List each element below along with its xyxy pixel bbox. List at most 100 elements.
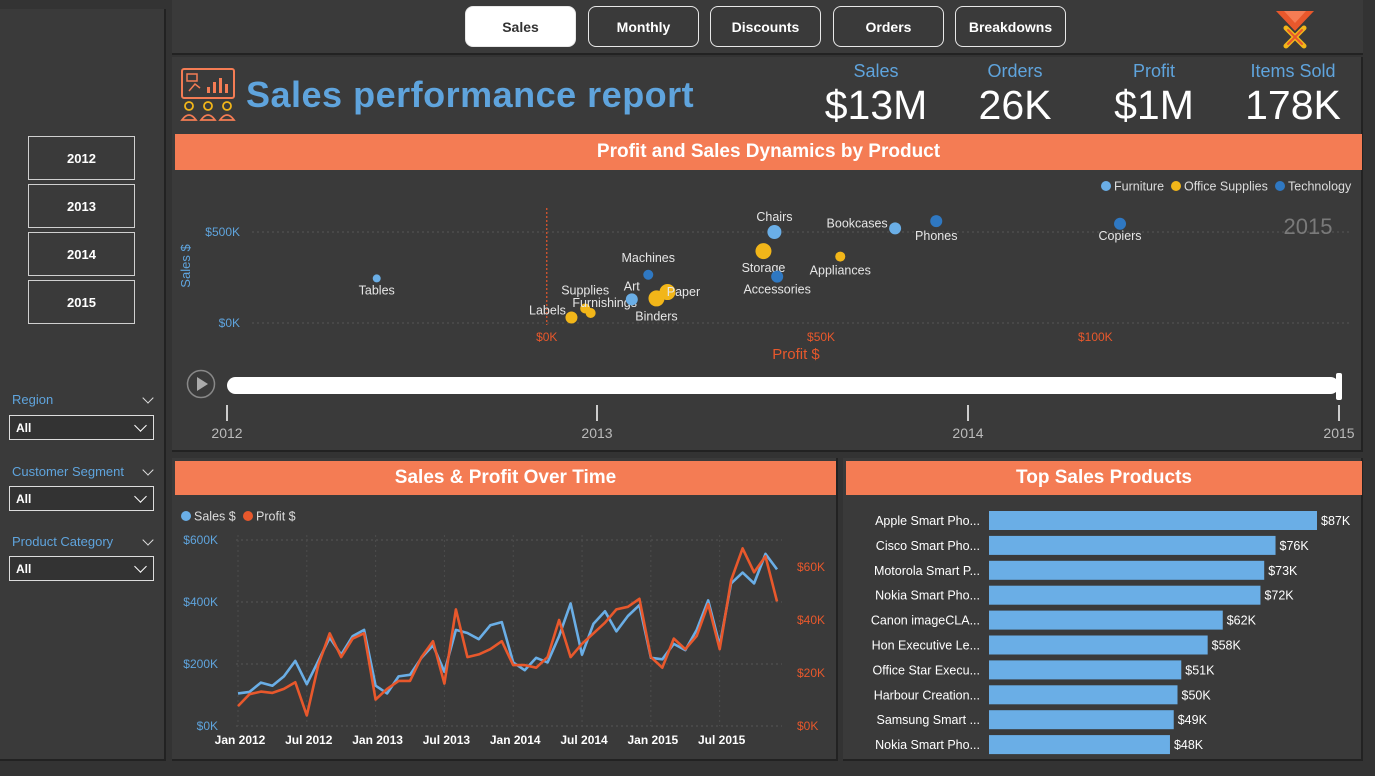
scatter-chart: Furniture Office Supplies Technology $0K $50… (178, 180, 1352, 363)
kpi-sales-label: Sales (853, 61, 899, 81)
y-right-tick-label: $0K (797, 719, 818, 733)
bar-value-label: $76K (1280, 539, 1310, 553)
scatter-point-tables[interactable] (372, 274, 381, 283)
region-select-value: All (16, 420, 32, 435)
scatter-point-phones[interactable] (930, 215, 943, 228)
segment-filter-label: Customer Segment (12, 464, 124, 479)
bar-category-label: Hon Executive Le... (872, 639, 980, 653)
x-tick-label: Jul 2012 (285, 733, 333, 747)
play-axis-label[interactable]: 2015 (1323, 425, 1354, 441)
x-tick-label: Jul 2013 (423, 733, 471, 747)
bar[interactable] (989, 685, 1178, 705)
bar[interactable] (989, 560, 1265, 580)
y-right-tick-label: $20K (797, 666, 825, 680)
bar[interactable] (989, 535, 1276, 555)
chevron-down-icon[interactable] (142, 534, 154, 546)
chevron-down-icon (134, 490, 147, 503)
bar[interactable] (989, 511, 1317, 530)
category-filter-label: Product Category (12, 534, 114, 549)
x-tick-label: Jan 2012 (215, 733, 266, 747)
y-right-tick-label: $60K (797, 560, 825, 574)
bar-category-label: Canon imageCLA... (871, 614, 980, 628)
y-left-tick-label: $0K (197, 719, 218, 733)
year-button-2014[interactable]: 2014 (28, 232, 135, 276)
segment-select-value: All (16, 491, 32, 506)
chevron-down-icon[interactable] (142, 392, 154, 404)
y-axis-title: Sales $ (178, 244, 193, 288)
tab-breakdowns[interactable]: Breakdowns (955, 6, 1066, 47)
bar-chart: Apple Smart Pho... $87K Cisco Smart Pho...… (871, 511, 1351, 755)
y-left-tick-label: $600K (183, 533, 218, 547)
bar[interactable] (989, 585, 1261, 605)
year-button-2015[interactable]: 2015 (28, 280, 135, 324)
legend-marker-furniture (1101, 181, 1111, 191)
play-axis-label[interactable]: 2013 (581, 425, 612, 441)
bar[interactable] (989, 635, 1208, 655)
chevron-down-icon (134, 419, 147, 432)
scatter-point-storage[interactable] (755, 243, 772, 260)
bar[interactable] (989, 660, 1182, 680)
tab-sales[interactable]: Sales (465, 6, 576, 47)
page-title: Sales performance report (246, 74, 695, 115)
scatter-point-label: Art (624, 279, 641, 293)
segment-filter-header[interactable]: Customer Segment (12, 464, 154, 479)
year-watermark: 2015 (1284, 214, 1333, 239)
play-axis-label[interactable]: 2012 (211, 425, 242, 441)
x-tick-label: $100K (1078, 330, 1113, 344)
y-tick-label: $500K (205, 225, 240, 239)
play-axis-label[interactable]: 2014 (952, 425, 983, 441)
play-axis-track[interactable] (227, 377, 1339, 394)
scatter-point-appliances[interactable] (835, 251, 846, 262)
region-select[interactable]: All (9, 415, 154, 440)
year-button-2013[interactable]: 2013 (28, 184, 135, 228)
kpi-items-label: Items Sold (1250, 61, 1336, 81)
play-axis-handle[interactable] (1336, 373, 1342, 400)
bar-category-label: Harbour Creation... (874, 688, 980, 702)
y-right-tick-label: $40K (797, 613, 825, 627)
x-tick-label: Jan 2015 (627, 733, 678, 747)
tab-monthly[interactable]: Monthly (588, 6, 699, 47)
tab-orders[interactable]: Orders (833, 6, 944, 47)
sales-line[interactable] (237, 552, 779, 695)
bar-category-label: Samsung Smart ... (876, 713, 980, 727)
category-select-value: All (16, 561, 32, 576)
year-button-2012[interactable]: 2012 (28, 136, 135, 180)
kpi-orders: Orders 26K (945, 61, 1085, 129)
scatter-point-accessories[interactable] (771, 270, 784, 283)
bar-category-label: Apple Smart Pho... (875, 514, 980, 528)
bar[interactable] (989, 710, 1174, 730)
scatter-point-chairs[interactable] (767, 225, 782, 239)
region-filter-header[interactable]: Region (12, 392, 154, 407)
legend-marker-office-supplies (1171, 181, 1181, 191)
kpi-items-value: 178K (1245, 82, 1341, 128)
bar-value-label: $87K (1321, 514, 1351, 528)
scatter-point-binders[interactable] (648, 290, 665, 307)
scatter-point-label: Binders (635, 309, 677, 323)
chevron-down-icon (134, 560, 147, 573)
bar-value-label: $72K (1264, 589, 1294, 603)
bar[interactable] (989, 735, 1170, 755)
category-filter-header[interactable]: Product Category (12, 534, 154, 549)
scatter-point-machines[interactable] (643, 269, 654, 280)
chevron-down-icon[interactable] (142, 464, 154, 476)
scatter-point-label: Bookcases (827, 216, 888, 230)
play-button[interactable] (186, 369, 216, 399)
scatter-point-label: Machines (622, 251, 676, 265)
x-axis-title: Profit $ (772, 346, 820, 363)
kpi-orders-label: Orders (987, 61, 1043, 81)
y-left-tick-label: $400K (183, 595, 218, 609)
legend-marker-technology (1275, 181, 1285, 191)
kpi-orders-value: 26K (978, 82, 1052, 128)
category-select[interactable]: All (9, 556, 154, 581)
legend-marker-sales (181, 511, 191, 521)
tab-discounts[interactable]: Discounts (710, 6, 821, 47)
x-tick-label: Jan 2013 (352, 733, 403, 747)
scatter-point-bookcases[interactable] (889, 222, 902, 235)
bar-value-label: $48K (1174, 738, 1204, 752)
bar[interactable] (989, 610, 1223, 630)
segment-select[interactable]: All (9, 486, 154, 511)
x-tick-label: Jan 2014 (490, 733, 541, 747)
x-tick-label: Jul 2014 (560, 733, 608, 747)
scatter-point-art[interactable] (625, 293, 638, 306)
scatter-point-labels[interactable] (565, 311, 578, 324)
